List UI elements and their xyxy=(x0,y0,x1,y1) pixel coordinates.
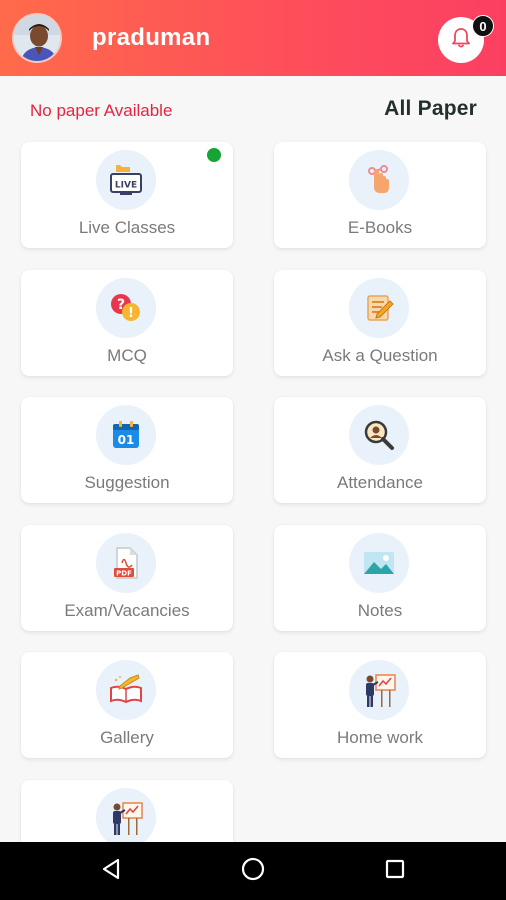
teacher-board-icon xyxy=(349,660,409,720)
menu-card-mcq[interactable]: ? ! MCQ xyxy=(21,270,233,376)
system-navigation-bar xyxy=(0,842,506,900)
question-mark-icon: ? ! xyxy=(96,278,156,338)
home-circle-icon xyxy=(240,856,266,887)
menu-label-suggestion: Suggestion xyxy=(84,473,170,492)
edit-note-icon xyxy=(349,278,409,338)
bell-icon xyxy=(451,27,471,54)
menu-card-ask-question[interactable]: Ask a Question xyxy=(274,270,486,376)
live-indicator-dot xyxy=(207,148,221,162)
svg-text:!: ! xyxy=(128,306,134,321)
menu-label-mcq: MCQ xyxy=(107,346,147,365)
search-person-icon xyxy=(349,405,409,465)
app-header: praduman 0 xyxy=(0,0,506,76)
menu-label-attendance: Attendance xyxy=(336,473,423,492)
back-button[interactable] xyxy=(94,854,128,888)
back-triangle-icon xyxy=(100,857,122,886)
paper-status-text: No paper Available xyxy=(30,101,173,120)
menu-card-exam-vacancies[interactable]: PDF Exam/Vacancies xyxy=(21,525,233,631)
app-root: praduman 0 No paper Available All Paper … xyxy=(0,0,506,900)
calendar-icon: 01 xyxy=(96,405,156,465)
menu-card-home-work[interactable]: Home work xyxy=(274,652,486,758)
menu-card-notes[interactable]: Notes xyxy=(274,525,486,631)
username: praduman xyxy=(92,24,211,51)
avatar[interactable] xyxy=(12,13,62,63)
menu-card-ebooks[interactable]: E-Books xyxy=(274,142,486,248)
touch-book-icon xyxy=(349,150,409,210)
svg-text:01: 01 xyxy=(118,433,135,447)
menu-label-gallery: Gallery xyxy=(100,728,154,747)
menu-label-notes: Notes xyxy=(357,601,403,620)
menu-card-live-classes[interactable]: LIVE Live Classes xyxy=(21,142,233,248)
menu-card-gallery[interactable]: Gallery xyxy=(21,652,233,758)
menu-card-suggestion[interactable]: 01 Suggestion xyxy=(21,397,233,503)
recents-button[interactable] xyxy=(378,854,412,888)
menu-label-home-work: Home work xyxy=(337,728,423,747)
recents-square-icon xyxy=(384,858,406,885)
menu-label-exam-vacancies: Exam/Vacancies xyxy=(64,601,190,620)
pdf-file-icon: PDF xyxy=(96,533,156,593)
image-icon xyxy=(349,533,409,593)
book-pencil-icon xyxy=(96,660,156,720)
live-tv-icon: LIVE xyxy=(96,150,156,210)
svg-text:PDF: PDF xyxy=(116,570,132,578)
all-paper-link[interactable]: All Paper xyxy=(384,97,477,121)
menu-card-attendance[interactable]: Attendance xyxy=(274,397,486,503)
notification-count-badge: 0 xyxy=(472,15,494,37)
menu-label-ebooks: E-Books xyxy=(347,218,413,237)
teacher-board-icon xyxy=(96,788,156,848)
svg-text:LIVE: LIVE xyxy=(115,181,137,191)
menu-label-live-classes: Live Classes xyxy=(78,218,176,237)
menu-label-ask-question: Ask a Question xyxy=(322,346,438,365)
home-button[interactable] xyxy=(236,854,270,888)
